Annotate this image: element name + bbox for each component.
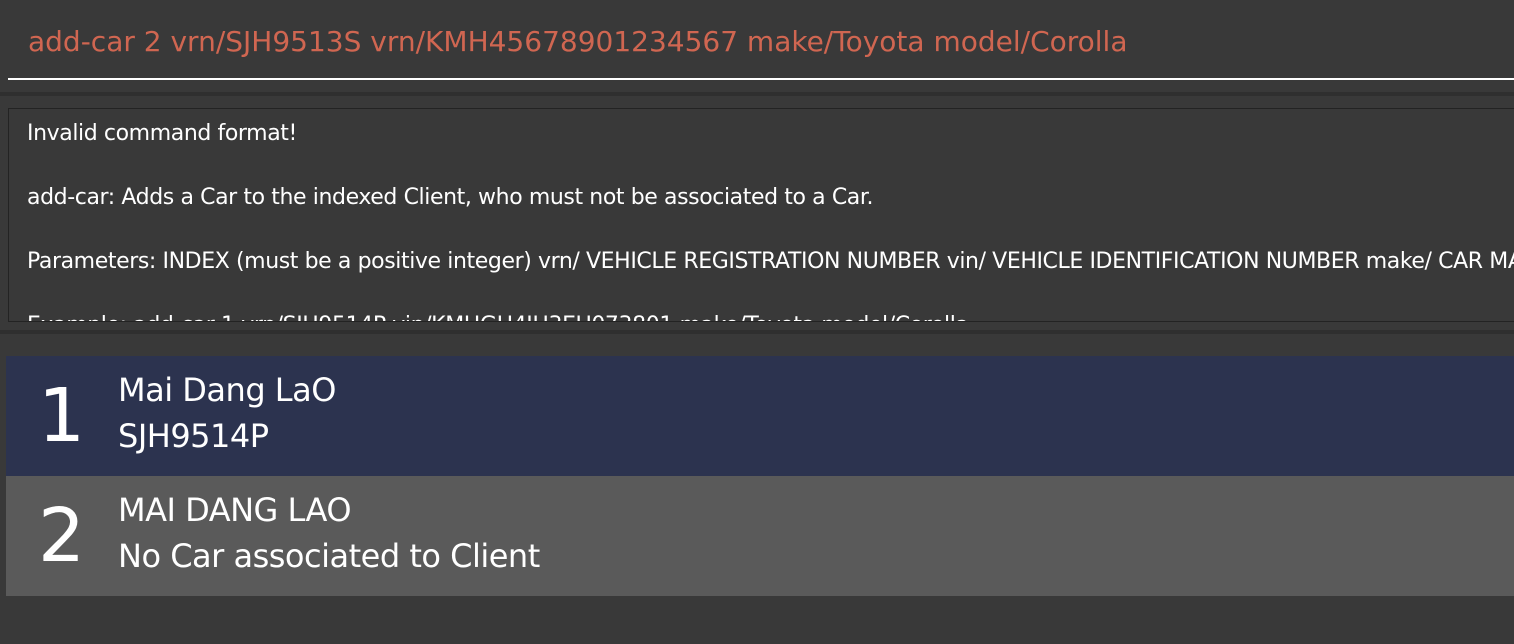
result-line: Invalid command format!: [27, 121, 297, 146]
result-line: Parameters: INDEX (must be a positive in…: [27, 249, 1514, 274]
client-car: SJH9514P: [118, 417, 269, 455]
client-card[interactable]: 1 Mai Dang LaO SJH9514P: [6, 356, 1514, 476]
result-display[interactable]: Invalid command format! add-car: Adds a …: [8, 108, 1514, 322]
divider: [0, 330, 1514, 334]
result-line: Example: add-car 1 vrn/SJH9514P vin/KMHG…: [27, 313, 969, 321]
client-list[interactable]: 1 Mai Dang LaO SJH9514P 2 MAI DANG LAO N…: [6, 356, 1514, 596]
client-index: 2: [38, 493, 86, 579]
divider: [0, 92, 1514, 96]
command-box: [0, 0, 1514, 92]
client-card[interactable]: 2 MAI DANG LAO No Car associated to Clie…: [6, 476, 1514, 596]
client-index: 1: [38, 373, 86, 459]
client-car: No Car associated to Client: [118, 537, 540, 575]
client-name: Mai Dang LaO: [118, 371, 336, 409]
command-input[interactable]: [8, 14, 1514, 80]
client-name: MAI DANG LAO: [118, 491, 352, 529]
result-line: add-car: Adds a Car to the indexed Clien…: [27, 185, 874, 210]
app-window: Invalid command format! add-car: Adds a …: [0, 0, 1514, 644]
